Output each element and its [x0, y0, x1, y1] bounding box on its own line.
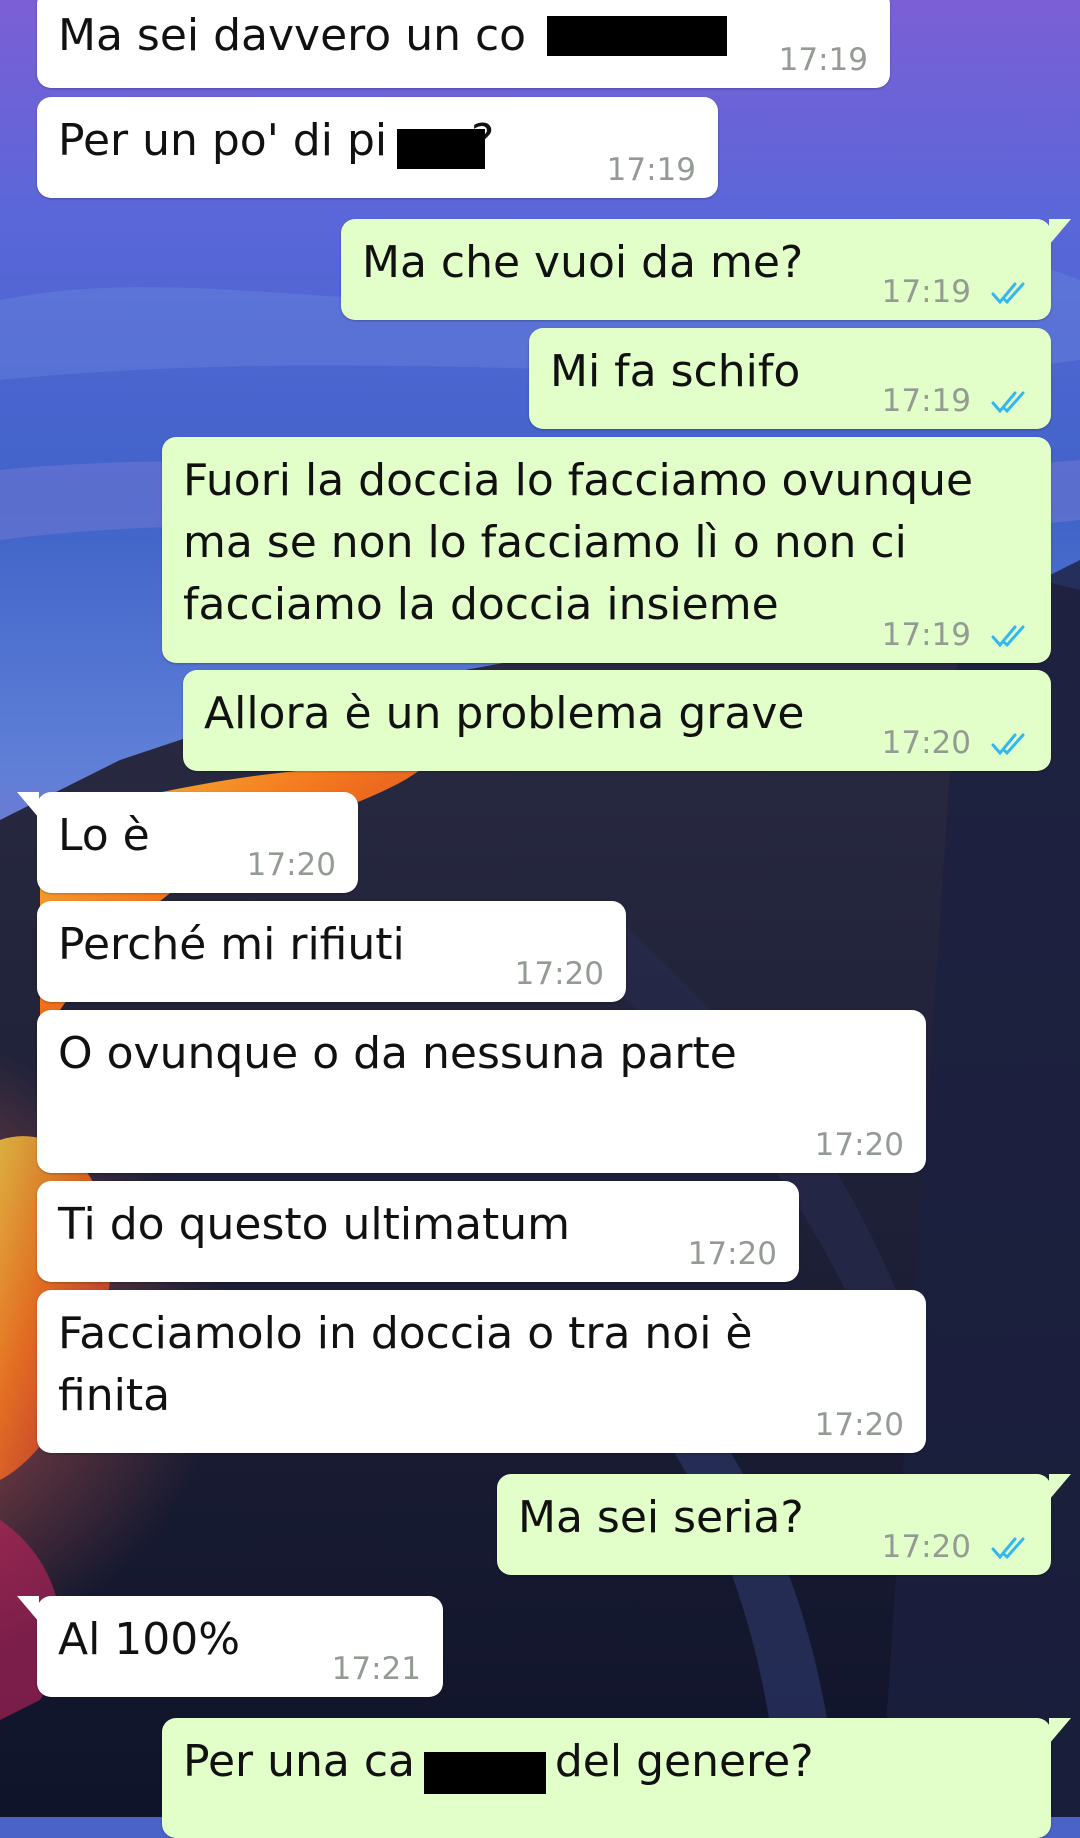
message-timestamp: 17:19 — [881, 383, 971, 419]
message-text: O ovunque o da nessuna parte — [58, 1028, 737, 1079]
message-bubble-outgoing[interactable]: Mi fa schifo 17:19 — [529, 328, 1051, 429]
message-timestamp: 17:19 — [881, 274, 971, 310]
message-timestamp: 17:20 — [814, 1127, 904, 1163]
message-bubble-incoming[interactable]: Per un po' di pi ? 17:19 — [37, 97, 718, 198]
message-timestamp: 17:20 — [814, 1407, 904, 1443]
message-timestamp: 17:20 — [246, 847, 336, 883]
double-check-icon — [991, 625, 1025, 648]
message-timestamp: 17:20 — [881, 725, 971, 761]
message-text: Ma che vuoi da me? — [362, 237, 804, 288]
redaction-block — [397, 129, 485, 169]
double-check-icon — [991, 391, 1025, 414]
message-timestamp: 17:20 — [881, 1529, 971, 1565]
message-bubble-outgoing[interactable]: Ma sei seria? 17:20 — [497, 1474, 1071, 1575]
message-timestamp: 17:21 — [331, 1651, 421, 1687]
message-bubble-incoming[interactable]: Ti do questo ultimatum 17:20 — [37, 1181, 799, 1282]
message-text: Ma sei davvero un co — [58, 10, 527, 61]
message-bubble-incoming[interactable]: Perché mi rifiuti 17:20 — [37, 901, 626, 1002]
message-bubble-incoming[interactable]: Facciamolo in doccia o tra noi è finita … — [37, 1290, 926, 1453]
double-check-icon — [991, 1537, 1025, 1560]
message-text: Lo è — [58, 810, 150, 861]
message-text: Allora è un problema grave — [204, 688, 805, 739]
message-bubble-incoming[interactable]: Ma sei davvero un co 17:19 — [37, 0, 890, 88]
message-timestamp: 17:20 — [687, 1236, 777, 1272]
redaction-block — [424, 1752, 546, 1794]
redaction-block — [547, 16, 727, 56]
message-bubble-outgoing[interactable]: Ma che vuoi da me? 17:19 — [341, 219, 1071, 320]
message-text: Al 100% — [58, 1614, 241, 1665]
message-text: Facciamolo in doccia o tra noi è finita — [58, 1308, 753, 1421]
message-bubble-incoming[interactable]: Al 100% 17:21 — [17, 1596, 443, 1697]
message-text: Mi fa schifo — [550, 346, 801, 397]
message-timestamp: 17:20 — [514, 956, 604, 992]
double-check-icon — [991, 282, 1025, 305]
message-text: Fuori la doccia lo facciamo ovunque ma s… — [183, 455, 974, 630]
message-text: Ti do questo ultimatum — [58, 1199, 570, 1250]
message-bubble-outgoing[interactable]: Allora è un problema grave 17:20 — [183, 670, 1051, 771]
message-timestamp: 17:19 — [881, 617, 971, 653]
message-timestamp: 17:19 — [606, 152, 696, 188]
message-bubble-incoming[interactable]: Lo è 17:20 — [17, 792, 358, 893]
double-check-icon — [991, 733, 1025, 756]
message-timestamp: 17:19 — [778, 42, 868, 78]
message-bubble-outgoing[interactable]: Per una ca del genere? — [162, 1718, 1071, 1838]
message-text: Ma sei seria? — [518, 1492, 804, 1543]
message-bubble-outgoing[interactable]: Fuori la doccia lo facciamo ovunque ma s… — [162, 437, 1051, 663]
message-text: Perché mi rifiuti — [58, 919, 405, 970]
message-bubble-incoming[interactable]: O ovunque o da nessuna parte 17:20 — [37, 1010, 926, 1173]
